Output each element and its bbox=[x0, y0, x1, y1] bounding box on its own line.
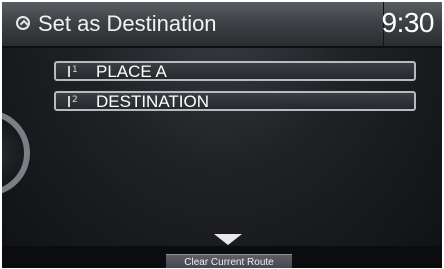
list-item-destination[interactable]: 2 DESTINATION bbox=[54, 91, 416, 111]
waypoint-flag-icon: 1 bbox=[68, 65, 81, 77]
list-item-label: DESTINATION bbox=[96, 92, 210, 111]
title-bar: Set as Destination 9:30 bbox=[2, 2, 442, 48]
list-item-place-a[interactable]: 1 PLACE A bbox=[54, 61, 416, 81]
display-panel: Set as Destination 9:30 1 PLACE A 2 DEST… bbox=[2, 2, 442, 268]
selector-dial-decoration bbox=[2, 110, 30, 196]
waypoint-flag-icon: 2 bbox=[68, 95, 81, 107]
page-title: Set as Destination bbox=[38, 11, 217, 36]
chevron-down-icon[interactable] bbox=[214, 234, 242, 245]
list-item-label: PLACE A bbox=[96, 62, 167, 81]
clear-current-route-button[interactable]: Clear Current Route bbox=[166, 254, 292, 268]
navigation-screen: Set as Destination 9:30 1 PLACE A 2 DEST… bbox=[0, 0, 444, 269]
back-circle-icon[interactable] bbox=[16, 16, 30, 30]
clock-time: 9:30 bbox=[381, 7, 435, 38]
